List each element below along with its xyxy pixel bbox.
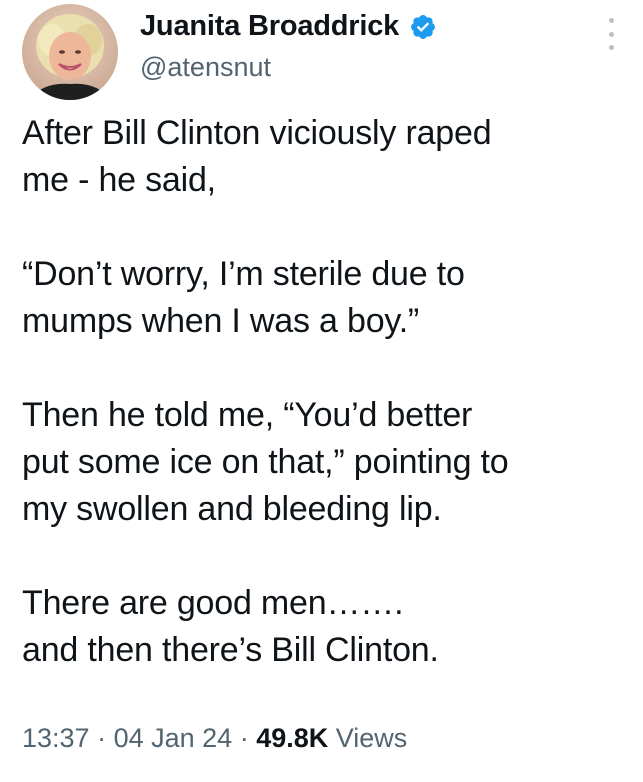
tweet-paragraph: After Bill Clinton viciously raped me - … — [22, 114, 492, 199]
views-label: Views — [328, 723, 408, 753]
verified-badge-icon[interactable] — [409, 13, 437, 41]
tweet-paragraph: There are good men……. and then there’s B… — [22, 584, 439, 669]
views-count[interactable]: 49.8K — [256, 723, 328, 753]
tweet-paragraph: Then he told me, “You’d better put some … — [22, 396, 509, 528]
tweet-text: After Bill Clinton viciously raped me - … — [22, 110, 627, 674]
author-handle[interactable]: @atensnut — [140, 52, 271, 83]
author-name-row: Juanita Broaddrick — [140, 10, 437, 43]
display-name[interactable]: Juanita Broaddrick — [140, 10, 399, 43]
meta-separator: · — [232, 723, 257, 753]
more-options-icon[interactable] — [603, 18, 619, 50]
tweet-time[interactable]: 13:37 — [22, 723, 90, 753]
meta-separator: · — [89, 723, 114, 753]
tweet-card: Juanita Broaddrick @atensnut After Bill … — [0, 0, 643, 782]
avatar-image — [22, 4, 118, 100]
tweet-paragraph: “Don’t worry, I’m sterile due to mumps w… — [22, 255, 465, 340]
avatar[interactable] — [22, 4, 118, 100]
tweet-date[interactable]: 04 Jan 24 — [114, 723, 233, 753]
tweet-meta: 13:37 · 04 Jan 24 · 49.8K Views — [22, 723, 407, 754]
